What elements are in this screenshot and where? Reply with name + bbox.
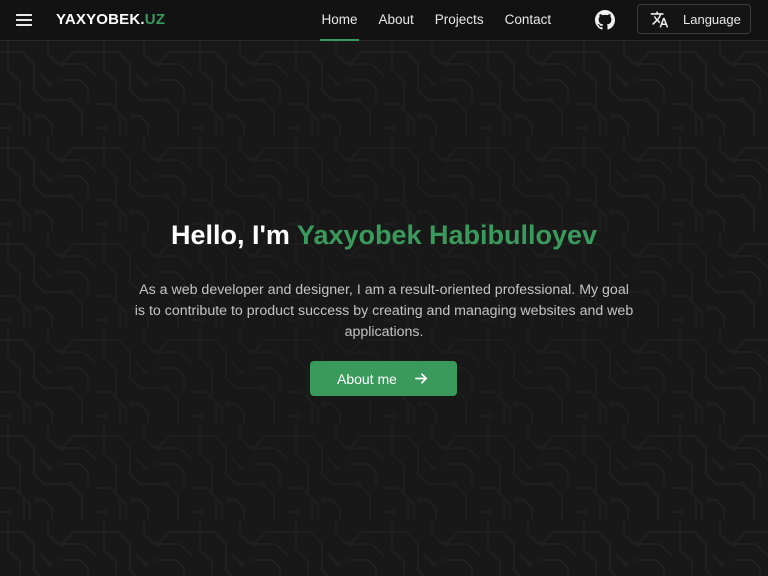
main-nav: Home About Projects Contact	[311, 0, 562, 41]
nav-contact[interactable]: Contact	[494, 0, 562, 40]
github-icon[interactable]	[595, 10, 615, 30]
nav-home[interactable]: Home	[311, 0, 368, 41]
hero-name: Yaxyobek Habibulloyev	[296, 220, 598, 250]
brand-name: YAXYOBEK	[56, 11, 141, 28]
about-me-button[interactable]: About me	[310, 361, 457, 396]
header: YAXYOBEK.UZ Home About Projects Contact …	[0, 0, 768, 41]
page: YAXYOBEK.UZ Home About Projects Contact …	[0, 0, 768, 576]
hero-title: Hello, I'm Yaxyobek Habibulloyev	[0, 220, 768, 251]
arrow-right-icon	[415, 373, 428, 384]
hero-greeting: Hello, I'm	[170, 220, 290, 250]
language-label: Language	[683, 12, 741, 27]
about-me-label: About me	[337, 371, 397, 387]
brand-tld: UZ	[144, 11, 166, 28]
nav-about[interactable]: About	[368, 0, 424, 40]
language-button[interactable]: Language	[637, 4, 751, 34]
translate-icon	[650, 11, 669, 28]
brand-logo[interactable]: YAXYOBEK.UZ	[56, 11, 165, 28]
hamburger-menu-icon[interactable]	[14, 10, 34, 30]
hero-section: Hello, I'm Yaxyobek Habibulloyev As a we…	[0, 40, 768, 576]
hero-description: As a web developer and designer, I am a …	[134, 282, 634, 340]
nav-projects[interactable]: Projects	[424, 0, 494, 40]
